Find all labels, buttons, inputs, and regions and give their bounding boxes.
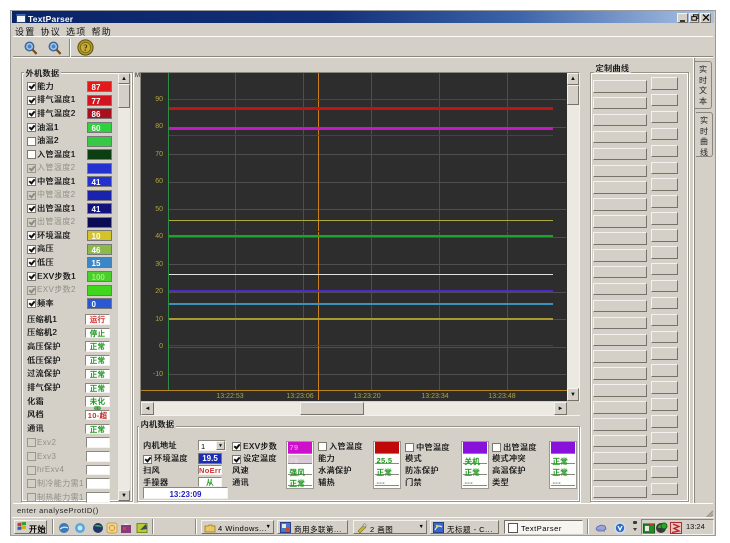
svg-text:?: ? bbox=[83, 43, 88, 53]
